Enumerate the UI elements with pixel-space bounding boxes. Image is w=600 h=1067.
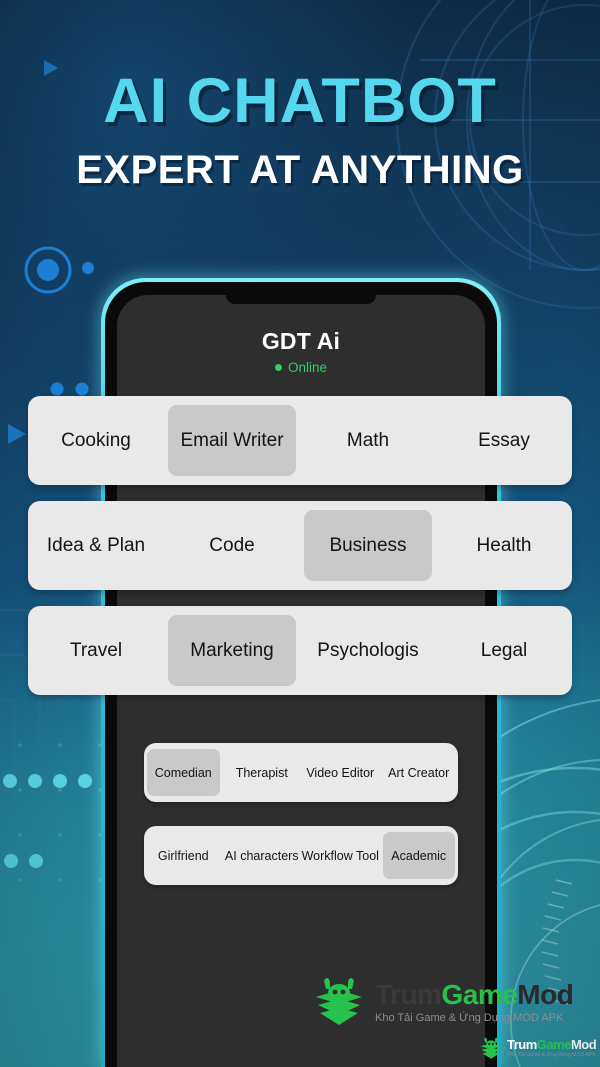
status-badge: Online — [117, 360, 485, 375]
persona-chip-label: Girlfriend — [157, 848, 209, 863]
persona-chip-label: Art Creator — [388, 765, 450, 780]
narrow-category-rows: Comedian Therapist Video Editor Art Creator… — [117, 743, 485, 909]
persona-chip-label: Therapist — [235, 765, 288, 780]
category-chip-label: Health — [476, 534, 532, 556]
category-chip-label: Essay — [478, 429, 530, 451]
watermark-text-small: TrumGameMod Kho Tải Game & Ứng Dụng MOD … — [507, 1037, 597, 1059]
persona-chip-label: Workflow Tool — [301, 848, 379, 863]
category-chip[interactable]: Health — [436, 501, 572, 590]
app-header: GDT Ai Online — [117, 295, 485, 375]
persona-chip-label: AI characters — [224, 848, 299, 863]
watermark-small-word-3: Mod — [570, 1037, 597, 1053]
category-chip-label: Business — [329, 534, 407, 556]
wide-category-rows: Cooking Email Writer Math Essay Idea & Plan C… — [0, 396, 600, 711]
category-chip-label: Marketing — [190, 639, 274, 661]
category-row: Cooking Email Writer Math Essay — [28, 396, 572, 485]
persona-chip[interactable]: Video Editor — [301, 743, 380, 802]
category-chip-label: Psychologis — [317, 639, 419, 661]
persona-chip[interactable]: Comedian — [144, 743, 223, 802]
watermark-logo-small: TrumGameMod Kho Tải Game & Ứng Dụng MOD … — [478, 1036, 597, 1061]
category-row: Travel Marketing Psychologis Legal — [28, 606, 572, 695]
category-chip[interactable]: Code — [164, 501, 300, 590]
persona-chip[interactable]: Art Creator — [380, 743, 459, 802]
persona-chip[interactable]: Academic — [380, 826, 459, 885]
category-chip-label: Legal — [480, 639, 528, 661]
category-chip-label: Math — [346, 429, 390, 451]
persona-row: Girlfriend AI characters Workflow Tool Acad… — [144, 826, 458, 885]
headline-secondary: EXPERT AT ANYTHING — [76, 148, 524, 193]
category-chip-label: Idea & Plan — [46, 534, 146, 556]
headline-primary: AI CHATBOT — [103, 66, 497, 136]
category-chip[interactable]: Business — [300, 501, 436, 590]
watermark-wordmark-small: TrumGameMod — [507, 1037, 597, 1053]
persona-chip[interactable]: Therapist — [223, 743, 302, 802]
watermark-logo-large: TrumGameMod Kho Tải Game & Ứng Dụng MOD … — [310, 975, 574, 1029]
watermark-text-large: TrumGameMod Kho Tải Game & Ứng Dụng MOD … — [375, 978, 574, 1024]
persona-chip[interactable]: Workflow Tool — [301, 826, 380, 885]
category-chip-label: Email Writer — [180, 429, 284, 451]
watermark-word-1: Trum — [375, 978, 442, 1010]
category-chip[interactable]: Math — [300, 396, 436, 485]
category-chip[interactable]: Travel — [28, 606, 164, 695]
persona-chip[interactable]: Girlfriend — [144, 826, 223, 885]
category-chip-label: Cooking — [61, 429, 131, 451]
hero-headline: AI CHATBOT EXPERT AT ANYTHING — [0, 68, 600, 193]
persona-chip-label: Video Editor — [306, 765, 375, 780]
watermark-tagline-small: Kho Tải Game & Ứng Dụng MOD APK — [507, 1052, 596, 1059]
category-chip[interactable]: Email Writer — [164, 396, 300, 485]
category-chip[interactable]: Psychologis — [300, 606, 436, 695]
status-label: Online — [287, 360, 328, 375]
category-chip-label: Travel — [69, 639, 123, 661]
watermark-small-word-2: Game — [536, 1037, 572, 1053]
trumgamemod-mascot-icon-small — [480, 1037, 502, 1059]
category-chip[interactable]: Idea & Plan — [28, 501, 164, 590]
trumgamemod-mascot-icon — [316, 978, 362, 1025]
persona-row: Comedian Therapist Video Editor Art Creator — [144, 743, 458, 802]
watermark-word-3: Mod — [517, 978, 574, 1010]
watermark-small-word-1: Trum — [507, 1037, 537, 1053]
watermark-tagline: Kho Tải Game & Ứng Dụng MOD APK — [375, 1011, 564, 1024]
category-chip[interactable]: Cooking — [28, 396, 164, 485]
online-dot-icon — [274, 364, 282, 371]
category-chip[interactable]: Legal — [436, 606, 572, 695]
category-chip-label: Code — [209, 534, 255, 556]
persona-chip-label: Academic — [391, 848, 447, 863]
watermark-word-2: Game — [441, 978, 518, 1010]
persona-chip-label: Comedian — [154, 765, 212, 780]
app-title: GDT Ai — [261, 328, 341, 354]
category-chip[interactable]: Marketing — [164, 606, 300, 695]
persona-chip[interactable]: AI characters — [223, 826, 302, 885]
phone-notch — [226, 295, 376, 304]
watermark-wordmark: TrumGameMod — [375, 978, 574, 1010]
category-row: Idea & Plan Code Business Health — [28, 501, 572, 590]
category-chip[interactable]: Essay — [436, 396, 572, 485]
